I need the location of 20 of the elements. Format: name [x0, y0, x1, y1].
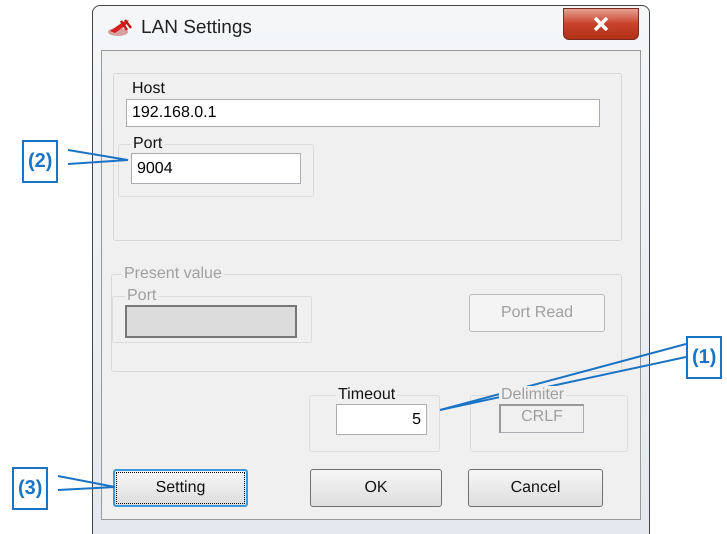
- port-label: Port: [126, 287, 158, 305]
- port-label: Port: [132, 135, 164, 153]
- close-button[interactable]: [563, 8, 639, 40]
- host-field[interactable]: 192.168.0.1: [126, 99, 600, 127]
- dialog-button[interactable]: Cancel: [468, 469, 603, 507]
- dialog-button[interactable]: OK: [310, 469, 442, 507]
- callout-label: (3): [12, 467, 48, 510]
- callout-label: (2): [22, 140, 58, 183]
- window-title: LAN Settings: [141, 17, 252, 39]
- host-label: Host: [132, 80, 166, 98]
- dialog-button[interactable]: Setting: [113, 469, 248, 507]
- port-field[interactable]: 9004: [131, 153, 301, 184]
- close-icon: [593, 17, 609, 31]
- leader-line: [58, 475, 116, 491]
- timeout-label: Timeout: [337, 386, 396, 404]
- callout-label: (1): [686, 336, 722, 379]
- timeout-field[interactable]: 5: [336, 404, 427, 435]
- app-icon: [107, 18, 133, 38]
- group-title: Present value: [123, 265, 223, 283]
- leader-line: [68, 149, 129, 165]
